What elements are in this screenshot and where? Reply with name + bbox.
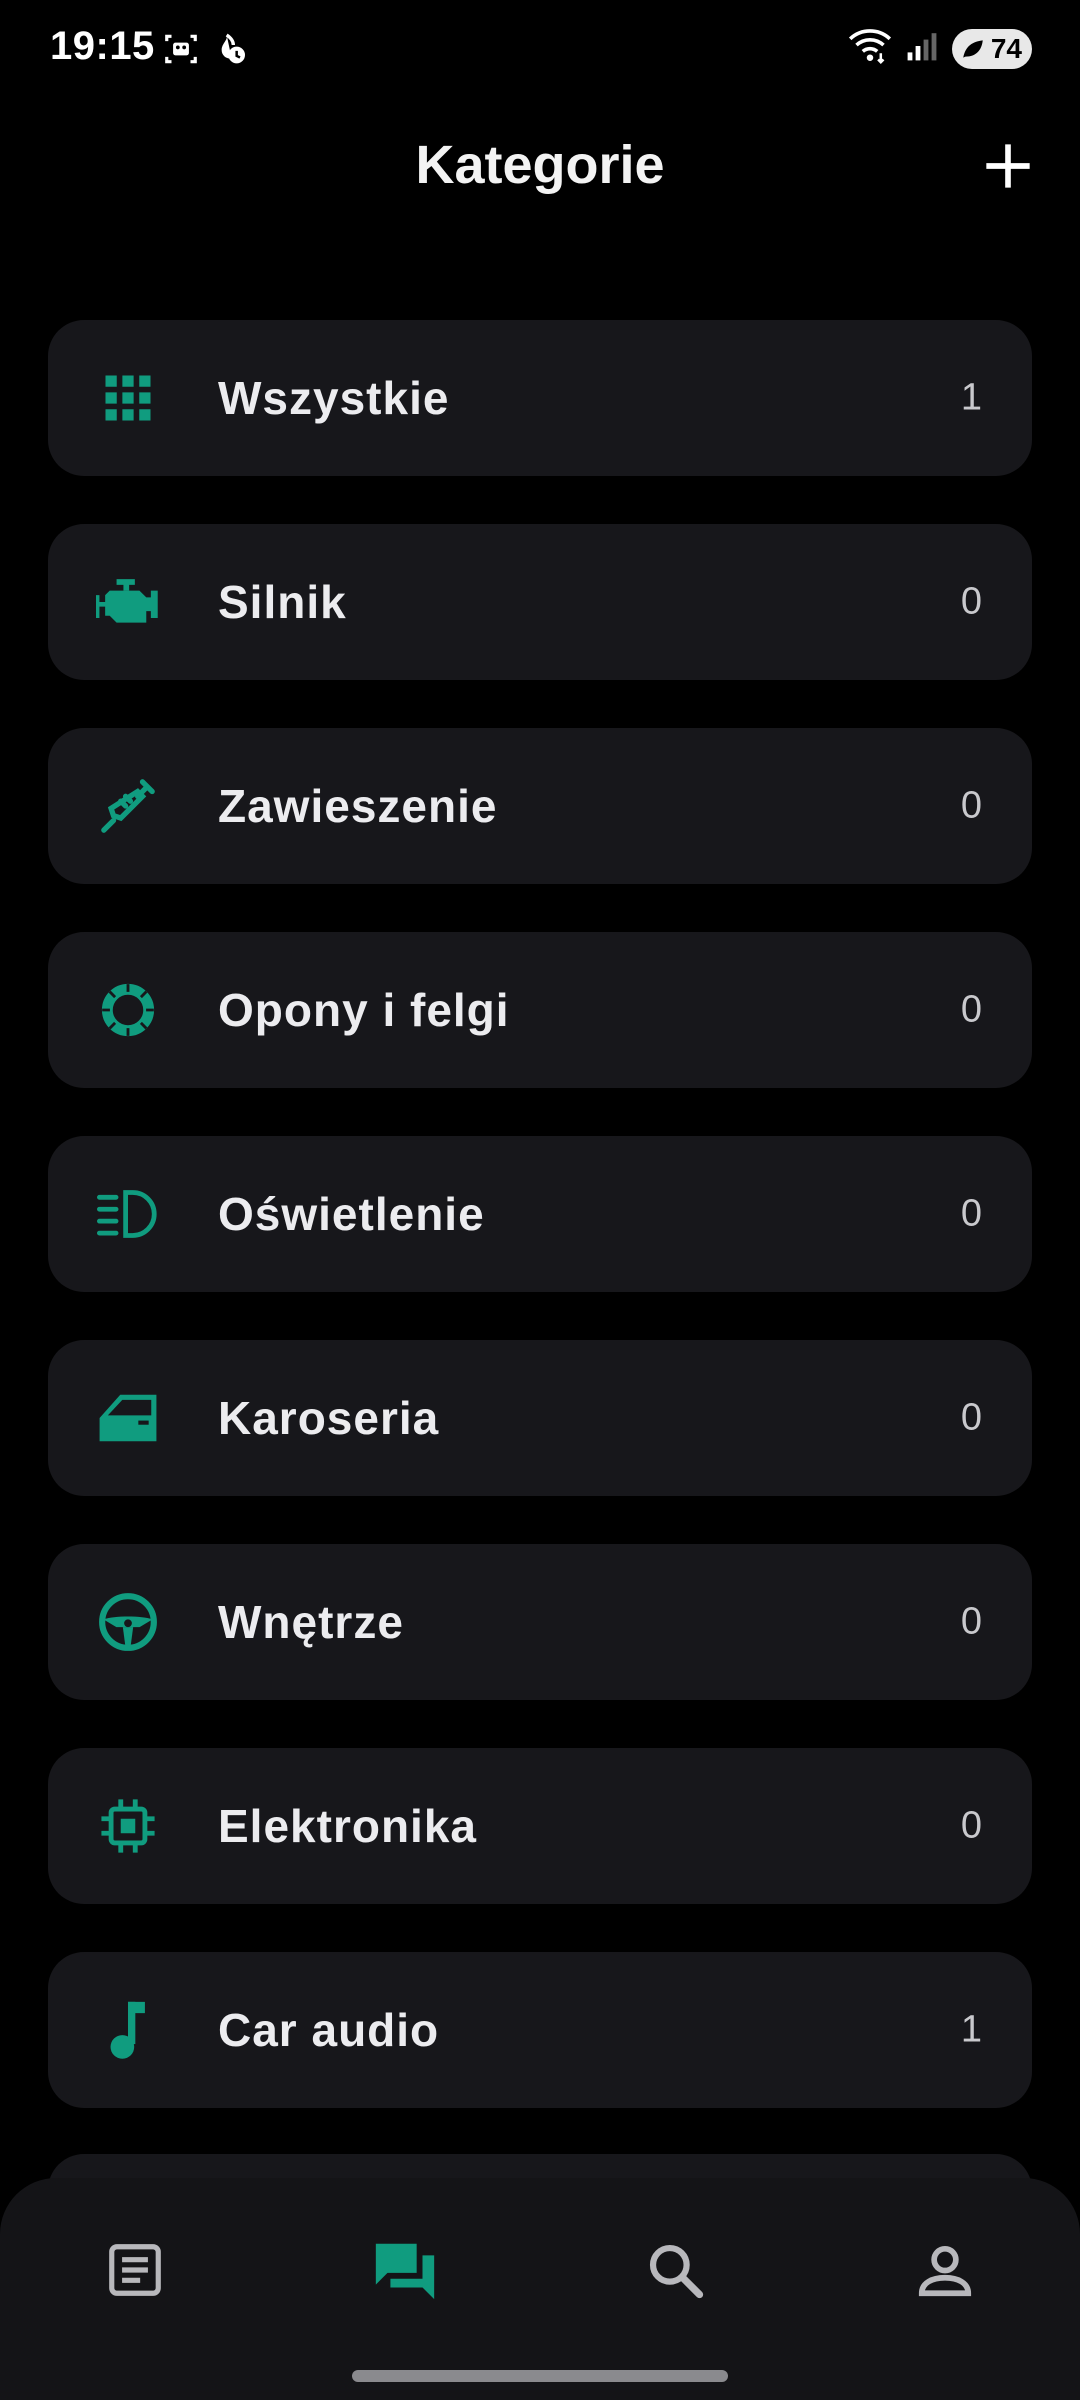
category-count: 0 — [960, 1804, 982, 1847]
category-label: Elektronika — [218, 1800, 477, 1852]
category-label: Oświetlenie — [218, 1188, 485, 1240]
category-label: Wszystkie — [218, 372, 450, 424]
category-label: Karoseria — [218, 1392, 440, 1444]
music-note-icon — [96, 1998, 160, 2062]
category-item-zawieszenie[interactable]: Zawieszenie 0 — [48, 728, 1032, 884]
category-item-opony-i-felgi[interactable]: Opony i felgi 0 — [48, 932, 1032, 1088]
headlight-icon — [96, 1182, 160, 1246]
category-item-oswietlenie[interactable]: Oświetlenie 0 — [48, 1136, 1032, 1292]
status-left-icons — [162, 30, 250, 75]
plus-icon — [986, 144, 1030, 188]
wifi-icon — [848, 28, 892, 69]
nav-articles-button[interactable] — [95, 2230, 175, 2310]
category-count: 0 — [960, 1600, 982, 1643]
category-item-silnik[interactable]: Silnik 0 — [48, 524, 1032, 680]
category-count: 0 — [960, 784, 982, 827]
category-label: Opony i felgi — [218, 984, 510, 1036]
category-count: 1 — [960, 376, 982, 419]
category-list: Wszystkie 1 Silnik 0 Zawieszenie 0 Opony… — [48, 320, 1032, 2156]
battery-indicator: 74 — [952, 28, 1032, 69]
steering-wheel-icon — [96, 1590, 160, 1654]
chip-icon — [96, 1794, 160, 1858]
home-indicator[interactable] — [352, 2370, 728, 2382]
tire-icon — [96, 978, 160, 1042]
nav-forum-button[interactable] — [365, 2230, 445, 2310]
search-icon — [649, 2244, 704, 2299]
battery-saver-icon — [960, 37, 986, 66]
category-label: Wnętrze — [218, 1596, 404, 1648]
category-item-wnetrze[interactable]: Wnętrze 0 — [48, 1544, 1032, 1700]
battery-level: 74 — [990, 32, 1022, 64]
header: Kategorie — [0, 120, 1080, 220]
bottom-navigation — [0, 2178, 1080, 2400]
car-door-icon — [96, 1386, 160, 1450]
category-label: Silnik — [218, 576, 347, 628]
page-title: Kategorie — [415, 135, 665, 195]
flame-timer-icon — [210, 30, 250, 75]
category-count: 0 — [960, 1192, 982, 1235]
category-item-car-audio[interactable]: Car audio 1 — [48, 1952, 1032, 2108]
grid-icon — [96, 366, 160, 430]
forum-icon — [375, 2243, 435, 2300]
signal-icon — [906, 30, 938, 67]
status-right-icons: 74 — [848, 28, 1032, 69]
nav-search-button[interactable] — [635, 2230, 715, 2310]
category-item-wszystkie[interactable]: Wszystkie 1 — [48, 320, 1032, 476]
add-category-button[interactable] — [976, 134, 1040, 198]
person-icon — [918, 2245, 972, 2297]
syringe-icon — [96, 774, 160, 838]
category-item-karoseria[interactable]: Karoseria 0 — [48, 1340, 1032, 1496]
category-item-elektronika[interactable]: Elektronika 0 — [48, 1748, 1032, 1904]
article-icon — [109, 2244, 161, 2296]
status-time: 19:15 — [50, 24, 155, 68]
engine-icon — [96, 570, 160, 634]
category-count: 0 — [960, 1396, 982, 1439]
status-bar: 19:15 74 — [0, 0, 1080, 100]
nav-profile-button[interactable] — [905, 2230, 985, 2310]
category-label: Car audio — [218, 2004, 440, 2056]
category-count: 0 — [960, 580, 982, 623]
category-count: 0 — [960, 988, 982, 1031]
screenshot-icon — [162, 30, 200, 75]
category-label: Zawieszenie — [218, 780, 498, 832]
category-count: 1 — [960, 2008, 982, 2051]
